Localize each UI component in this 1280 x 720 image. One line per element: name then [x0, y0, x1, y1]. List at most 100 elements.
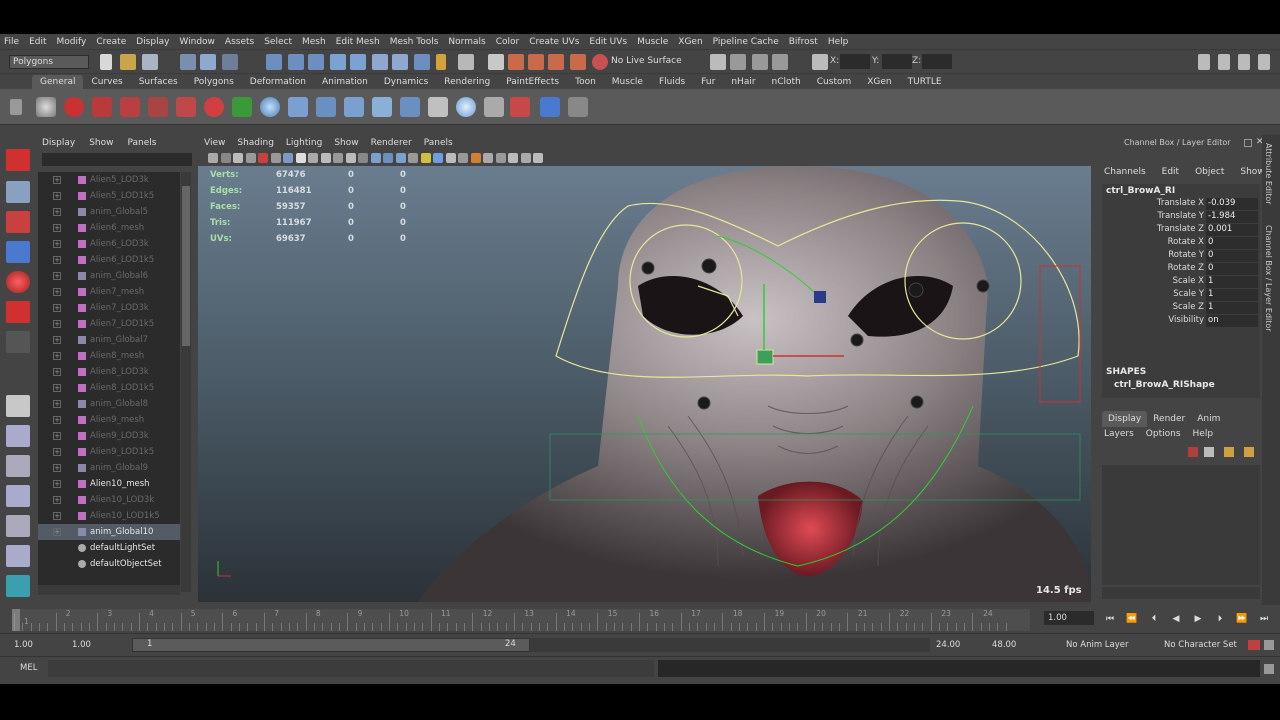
- outliner-item[interactable]: + anim_Global8: [38, 396, 180, 412]
- end-time-field[interactable]: 48.00: [992, 638, 1016, 652]
- snap-live-icon[interactable]: [458, 54, 474, 70]
- viewport-tool-icon[interactable]: [308, 153, 318, 163]
- time-slider-track[interactable]: 1 2 3 4 5 6 7 8 9 10 11 12 13 14 15 16 17 18 19 20 21 22 23 24: [12, 609, 1030, 631]
- rig-icon-1[interactable]: [288, 97, 308, 117]
- viewport-tool-icon[interactable]: [358, 153, 368, 163]
- expand-icon[interactable]: +: [53, 272, 61, 280]
- expand-icon[interactable]: +: [53, 304, 61, 312]
- rig-icon-9[interactable]: [510, 97, 530, 117]
- magnet-icon[interactable]: [592, 54, 608, 70]
- menu-assets[interactable]: Assets: [225, 37, 254, 47]
- expand-icon[interactable]: +: [53, 432, 61, 440]
- paint-weights-icon[interactable]: [176, 97, 196, 117]
- channel-scale-x[interactable]: Scale X1: [1102, 276, 1260, 289]
- lasso-tool-icon[interactable]: [6, 181, 30, 203]
- rig-icon-8[interactable]: [484, 97, 504, 117]
- expand-icon[interactable]: +: [53, 528, 61, 536]
- viewport-tool-icon[interactable]: [233, 153, 243, 163]
- viewport-tool-icon[interactable]: [383, 153, 393, 163]
- viewport-menu-renderer[interactable]: Renderer: [371, 138, 412, 148]
- expand-icon[interactable]: +: [53, 240, 61, 248]
- menu-window[interactable]: Window: [179, 37, 215, 47]
- outliner-item[interactable]: + anim_Global9: [38, 460, 180, 476]
- gear-icon[interactable]: [36, 97, 56, 117]
- shelf-tab-surfaces[interactable]: Surfaces: [131, 75, 186, 89]
- rig-icon-3[interactable]: [344, 97, 364, 117]
- outliner-scroll-thumb[interactable]: [182, 186, 190, 346]
- move-tool-icon[interactable]: [6, 241, 30, 263]
- bind-skin-icon[interactable]: [148, 97, 168, 117]
- outliner-item[interactable]: + anim_Global7: [38, 332, 180, 348]
- channel-scale-y[interactable]: Scale Y1: [1102, 289, 1260, 302]
- outliner-item[interactable]: defaultObjectSet: [38, 556, 180, 572]
- menu-color[interactable]: Color: [496, 37, 520, 47]
- channel-visibility[interactable]: Visibility on: [1102, 315, 1260, 328]
- auto-key-icon[interactable]: [1248, 640, 1260, 650]
- menu-mesh-tools[interactable]: Mesh Tools: [390, 37, 439, 47]
- channel-value[interactable]: 0: [1206, 250, 1258, 262]
- channel-value[interactable]: 1: [1206, 289, 1258, 301]
- menu-normals[interactable]: Normals: [448, 37, 485, 47]
- history-off-icon[interactable]: [392, 54, 408, 70]
- mel-label[interactable]: MEL: [20, 663, 37, 673]
- outliner-hscroll[interactable]: [38, 585, 180, 595]
- layer-tab-anim[interactable]: Anim: [1191, 411, 1226, 427]
- outliner-item[interactable]: + Alien8_LOD1k5: [38, 380, 180, 396]
- goto-start-icon[interactable]: ⏮: [1104, 613, 1116, 625]
- new-layer-icon[interactable]: [1188, 447, 1198, 457]
- shelf-tab-muscle[interactable]: Muscle: [604, 75, 651, 89]
- expand-icon[interactable]: +: [53, 256, 61, 264]
- channel-translate-z[interactable]: Translate Z 0.001: [1102, 224, 1260, 237]
- select-tool-icon[interactable]: [6, 149, 30, 171]
- channel-value[interactable]: 0.001: [1206, 224, 1258, 236]
- menu-select[interactable]: Select: [264, 37, 292, 47]
- expand-icon[interactable]: +: [53, 224, 61, 232]
- shelf-tab-general[interactable]: General: [32, 75, 84, 89]
- channel-value[interactable]: 1: [1206, 276, 1258, 288]
- start-time-field[interactable]: 1.00: [14, 638, 33, 652]
- outliner-item[interactable]: + Alien10_LOD3k: [38, 492, 180, 508]
- menu-pipeline-cache[interactable]: Pipeline Cache: [713, 37, 779, 47]
- constraint-icon[interactable]: [232, 97, 252, 117]
- outliner-search-field[interactable]: [42, 153, 192, 166]
- expand-icon[interactable]: +: [53, 464, 61, 472]
- cb-menu-channels[interactable]: Channels: [1104, 167, 1146, 177]
- sel2-icon[interactable]: [772, 54, 788, 70]
- rig-icon-11[interactable]: [568, 97, 588, 117]
- open-scene-icon[interactable]: [120, 54, 136, 70]
- snap-point-icon[interactable]: [308, 54, 324, 70]
- outliner-item[interactable]: + anim_Global10: [38, 524, 180, 540]
- snap-view-icon[interactable]: [330, 54, 346, 70]
- ik-handle-icon[interactable]: [120, 97, 140, 117]
- channel-value[interactable]: on: [1206, 315, 1258, 327]
- ipr-render-icon[interactable]: [528, 54, 544, 70]
- channel-rotate-x[interactable]: Rotate X0: [1102, 237, 1260, 250]
- viewport-menu-shading[interactable]: Shading: [237, 138, 274, 148]
- expand-icon[interactable]: +: [53, 192, 61, 200]
- render-settings-icon[interactable]: [548, 54, 564, 70]
- expand-icon[interactable]: +: [53, 336, 61, 344]
- channel-value[interactable]: -1.984: [1206, 211, 1258, 223]
- shelf-tab-nhair[interactable]: nHair: [723, 75, 763, 89]
- menu-edit[interactable]: Edit: [29, 37, 46, 47]
- skin-icon[interactable]: [204, 97, 224, 117]
- layout-four-icon[interactable]: [6, 425, 30, 447]
- layout-single-icon[interactable]: [6, 395, 30, 417]
- channel-scale-z[interactable]: Scale Z1: [1102, 302, 1260, 315]
- outliner-item[interactable]: + Alien9_mesh: [38, 412, 180, 428]
- viewport-3d[interactable]: Verts: 67476 0 0 Edges: 116481 0 0 Faces: 59357 0 0…: [198, 166, 1091, 602]
- menu-help[interactable]: Help: [828, 37, 849, 47]
- viewport-tool-icon[interactable]: [508, 153, 518, 163]
- snap-curve-icon[interactable]: [288, 54, 304, 70]
- step-back-frame-icon[interactable]: ⏴: [1148, 613, 1160, 625]
- shelf-tab-rendering[interactable]: Rendering: [436, 75, 498, 89]
- last-tool-icon[interactable]: [6, 331, 30, 353]
- hypershade-icon[interactable]: [570, 54, 586, 70]
- viewport-menu-show[interactable]: Show: [334, 138, 358, 148]
- expand-icon[interactable]: +: [53, 496, 61, 504]
- viewport-tool-icon[interactable]: [458, 153, 468, 163]
- history-icon[interactable]: [372, 54, 388, 70]
- viewport-tool-icon[interactable]: [283, 153, 293, 163]
- viewport-tool-icon[interactable]: [533, 153, 543, 163]
- render-view-icon[interactable]: [488, 54, 504, 70]
